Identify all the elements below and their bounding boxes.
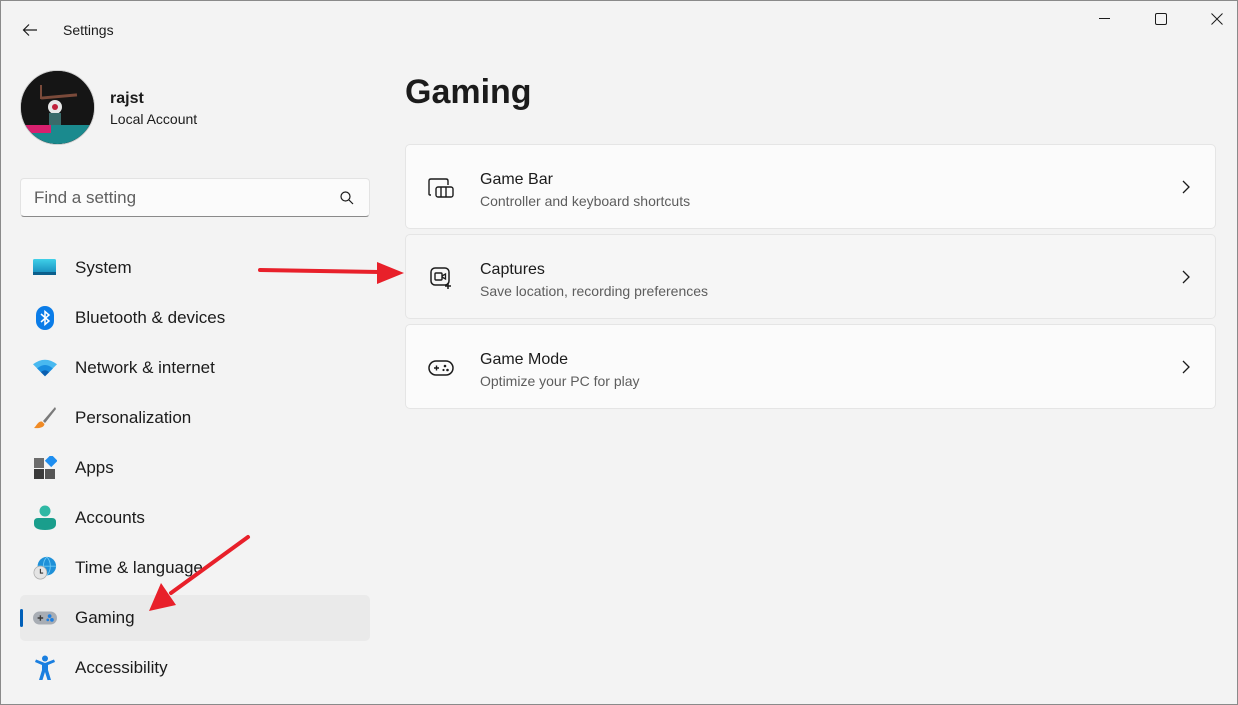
game-bar-icon: [428, 175, 454, 201]
search-input[interactable]: [21, 179, 331, 216]
bluetooth-icon: [33, 306, 57, 330]
apps-icon: [33, 456, 57, 480]
card-title: Game Bar: [480, 171, 553, 188]
card-description: Save location, recording preferences: [480, 283, 709, 299]
gamepad-icon: [33, 606, 57, 630]
page-title: Gaming: [405, 73, 532, 111]
avatar-image: [21, 71, 94, 144]
chevron-right-icon: [1182, 180, 1190, 194]
person-icon: [33, 505, 57, 530]
paintbrush-icon: [33, 406, 57, 430]
back-arrow-icon: [22, 24, 37, 36]
chevron-right-icon: [1182, 270, 1190, 284]
close-icon: [1211, 13, 1223, 25]
game-mode-icon: [428, 355, 454, 381]
title-bar: Settings: [1, 1, 1237, 49]
chevron-right-icon: [1182, 360, 1190, 374]
avatar[interactable]: [20, 70, 95, 145]
sidebar-item-bluetooth[interactable]: Bluetooth & devices: [20, 295, 370, 341]
sidebar-item-network[interactable]: Network & internet: [20, 345, 370, 391]
sidebar-item-accounts[interactable]: Accounts: [20, 495, 370, 541]
maximize-button[interactable]: [1133, 1, 1189, 37]
sidebar-item-label: Accessibility: [75, 658, 168, 677]
search-box: [20, 178, 370, 217]
sidebar-item-label: Accounts: [75, 508, 145, 527]
settings-window: Settings rajst Local Account Find a sett…: [0, 0, 1238, 705]
card-title: Captures: [480, 261, 545, 278]
search-icon[interactable]: [339, 190, 355, 206]
card-captures[interactable]: Captures Save location, recording prefer…: [405, 234, 1216, 319]
capture-icon: [428, 265, 454, 291]
sidebar-item-personalization[interactable]: Personalization: [20, 395, 370, 441]
sidebar-item-label: Apps: [75, 458, 114, 477]
maximize-icon: [1155, 13, 1167, 25]
sidebar-item-apps[interactable]: Apps: [20, 445, 370, 491]
sidebar-item-gaming[interactable]: Gaming: [20, 595, 370, 641]
accessibility-icon: [33, 655, 57, 680]
minimize-button[interactable]: [1077, 1, 1133, 37]
sidebar-item-label: Gaming: [75, 608, 135, 627]
sidebar-item-accessibility[interactable]: Accessibility: [20, 645, 370, 691]
close-button[interactable]: [1189, 1, 1238, 37]
minimize-icon: [1099, 18, 1110, 19]
sidebar-item-label: Bluetooth & devices: [75, 308, 226, 327]
card-title: Game Mode: [480, 351, 569, 368]
sidebar-item-label: Network & internet: [75, 358, 215, 377]
globe-clock-icon: [33, 556, 57, 580]
wifi-icon: [33, 356, 57, 380]
system-icon: [33, 256, 57, 280]
sidebar-nav: System Bluetooth & devices Network & int…: [20, 245, 370, 695]
user-name: rajst: [110, 90, 144, 107]
sidebar-item-time-language[interactable]: Time & language: [20, 545, 370, 591]
card-game-bar[interactable]: Game Bar Controller and keyboard shortcu…: [405, 144, 1216, 229]
back-button[interactable]: [15, 15, 45, 45]
sidebar-item-label: System: [75, 258, 132, 277]
account-type: Local Account: [110, 111, 198, 127]
card-game-mode[interactable]: Game Mode Optimize your PC for play: [405, 324, 1216, 409]
sidebar-item-system[interactable]: System: [20, 245, 370, 291]
app-title: Settings: [63, 22, 114, 38]
sidebar-item-label: Time & language: [75, 558, 203, 577]
sidebar-item-label: Personalization: [75, 408, 192, 427]
card-description: Optimize your PC for play: [480, 373, 640, 389]
card-description: Controller and keyboard shortcuts: [480, 193, 691, 209]
active-indicator: [20, 609, 23, 627]
settings-card-list: Game Bar Controller and keyboard shortcu…: [405, 144, 1216, 414]
